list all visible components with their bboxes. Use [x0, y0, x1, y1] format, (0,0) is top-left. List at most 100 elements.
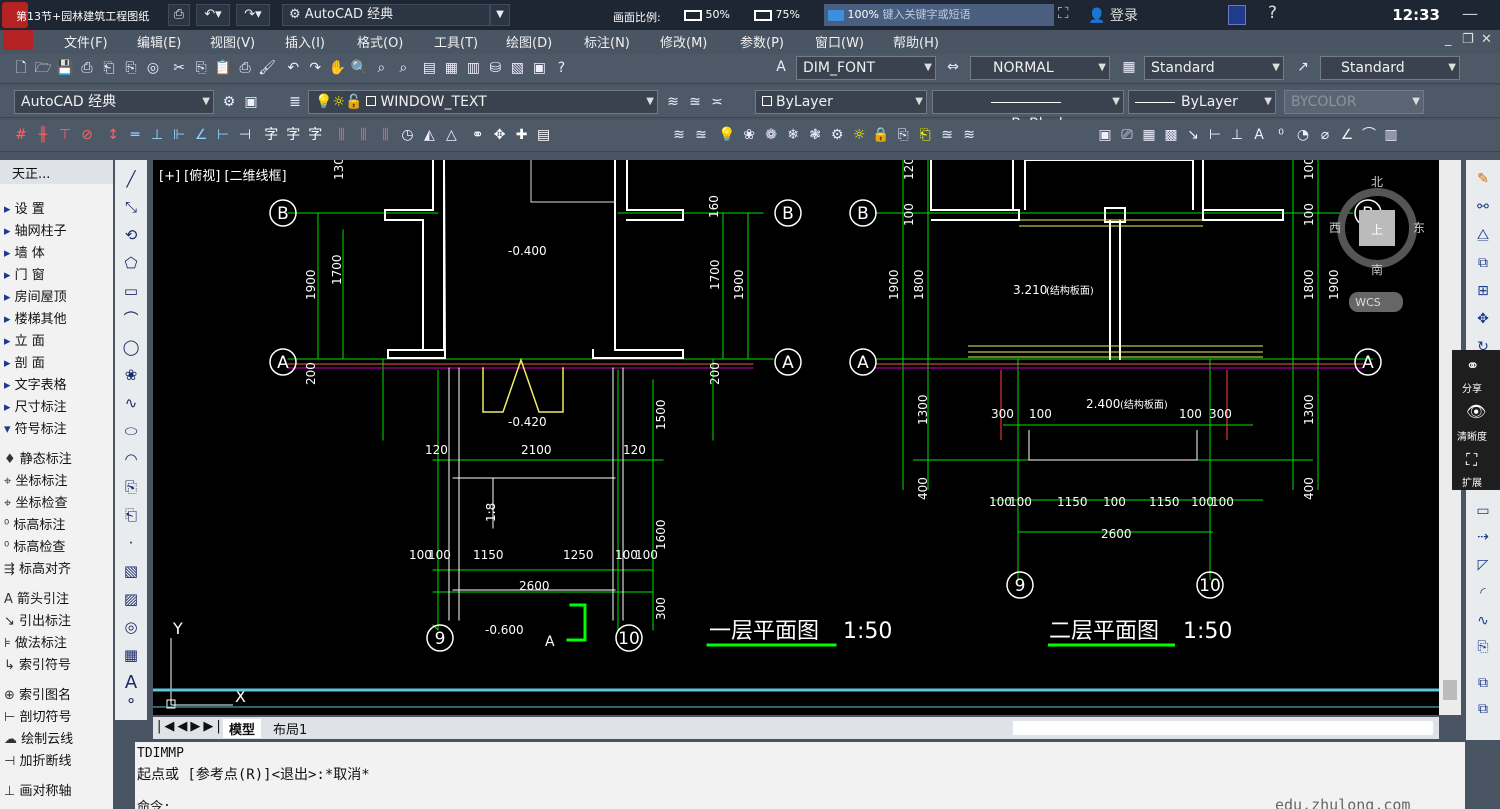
binoculars-icon[interactable]: ⛶: [1058, 4, 1069, 22]
mirror-icon[interactable]: ⧋: [1472, 224, 1494, 246]
panel-title[interactable]: 天正...: [12, 163, 50, 182]
panel-item[interactable]: ▸ 轴网柱子: [4, 220, 67, 239]
viewcube[interactable]: 北 南 东 西 上 WCS: [1329, 175, 1425, 312]
dim-aligned-icon[interactable]: ⊥: [1227, 125, 1247, 145]
offset-icon[interactable]: ⧉: [1472, 252, 1494, 274]
mtext-icon[interactable]: A: [1249, 125, 1269, 145]
more-icon[interactable]: ▥: [1381, 125, 1401, 145]
panel-item[interactable]: ▸ 墙 体: [4, 242, 45, 261]
array-icon[interactable]: ⫼: [353, 125, 374, 145]
revision-cloud-icon[interactable]: ❀: [120, 364, 142, 386]
hatch-icon[interactable]: ⫼: [331, 125, 352, 145]
stairs-icon[interactable]: ⊥: [147, 125, 168, 145]
panel-item[interactable]: ♦ 静态标注: [4, 448, 72, 467]
panel-item[interactable]: ↘ 引出标注: [4, 610, 71, 629]
paste-block-icon[interactable]: ⎙: [235, 58, 256, 78]
chevron-down-icon[interactable]: ▼: [490, 4, 510, 26]
fillet-icon[interactable]: ◜: [1472, 582, 1494, 604]
array-icon[interactable]: ⊞: [1472, 280, 1494, 302]
join-icon[interactable]: ⇢: [1472, 526, 1494, 548]
panel-item[interactable]: ⁰ 标高标注: [4, 514, 65, 533]
explode-icon[interactable]: ∿: [1472, 610, 1494, 632]
parallel-line-icon[interactable]: ═: [125, 125, 146, 145]
linetype-select[interactable]: ByBlock▼: [932, 90, 1124, 132]
dim-angular-icon[interactable]: ∠: [1337, 125, 1357, 145]
tab-model[interactable]: 模型: [223, 719, 262, 738]
layer-isolate-icon[interactable]: ❀: [739, 125, 760, 145]
panel-item[interactable]: ⊥ 画对称轴: [4, 780, 71, 799]
text-edit-icon[interactable]: 字: [261, 125, 282, 145]
panel-item[interactable]: ▾ 符号标注: [4, 418, 67, 437]
dim-style-select[interactable]: NORMAL ▼: [970, 56, 1110, 80]
polygon-icon[interactable]: ⬠: [120, 252, 142, 274]
baseline-icon[interactable]: ⊩: [169, 125, 190, 145]
undo-icon[interactable]: ↶▾: [196, 4, 230, 26]
section-icon[interactable]: ⊢: [213, 125, 234, 145]
menu-format[interactable]: 格式(O): [357, 32, 403, 51]
point-icon[interactable]: ·: [120, 532, 142, 554]
line-icon[interactable]: ╱: [120, 168, 142, 190]
layer-previous-icon[interactable]: ≊: [685, 92, 705, 112]
publish-icon[interactable]: ⎘: [121, 58, 141, 78]
redo-icon[interactable]: ↷▾: [236, 4, 270, 26]
layer-freeze-icon[interactable]: ❄: [783, 125, 804, 145]
menu-insert[interactable]: 插入(I): [285, 32, 325, 51]
dim-diameter-icon[interactable]: ⌀: [1315, 125, 1335, 145]
save-icon[interactable]: 💾: [55, 58, 75, 78]
panel-item[interactable]: ⊧ 做法标注: [4, 632, 67, 651]
table-icon[interactable]: ▦: [120, 644, 142, 666]
make-current-layer-icon[interactable]: ≋: [663, 92, 683, 112]
help-icon[interactable]: ?: [1268, 3, 1277, 23]
layer-lock-icon[interactable]: ⚙: [827, 125, 848, 145]
panel-item[interactable]: ▸ 设 置: [4, 198, 45, 217]
copy-icon[interactable]: ⎘: [191, 58, 212, 78]
rectangle-icon[interactable]: ▭: [120, 280, 142, 302]
break-icon[interactable]: ▭: [1472, 500, 1494, 522]
clip-icon[interactable]: ⎚: [1117, 125, 1137, 145]
drawing-canvas[interactable]: [+] [俯视] [二维线框] B B A A 9 10 -0.400 -0.4…: [153, 157, 1439, 715]
layer-manager-icon[interactable]: ≣: [285, 92, 305, 112]
add-selected-icon[interactable]: ⚬: [120, 690, 142, 712]
ellipse-icon[interactable]: ⬭: [120, 420, 142, 442]
window-minimize-button[interactable]: —: [1462, 4, 1478, 23]
layer-thaw-icon[interactable]: ❃: [805, 125, 826, 145]
print-preview-icon[interactable]: ⎗: [99, 58, 119, 78]
menu-parametric[interactable]: 参数(P): [740, 32, 784, 51]
layer-change-icon[interactable]: ≊: [937, 125, 958, 145]
edit-icon[interactable]: ⎘: [1472, 636, 1494, 658]
login-button[interactable]: 👤 登录: [1088, 5, 1138, 25]
undo-icon[interactable]: ↶: [283, 58, 304, 78]
grid-axis-icon[interactable]: #: [11, 125, 31, 145]
panel-item[interactable]: ↳ 索引符号: [4, 654, 71, 673]
dim-radius-icon[interactable]: ◔: [1293, 125, 1313, 145]
hatch-icon[interactable]: ▧: [120, 560, 142, 582]
layer-delete-icon[interactable]: ≋: [959, 125, 980, 145]
draworder-back-icon[interactable]: ⧉: [1472, 698, 1494, 720]
layer-walk-icon[interactable]: ≋: [669, 125, 689, 145]
plot-icon[interactable]: ⎙: [168, 4, 190, 26]
table-style-icon[interactable]: ▦: [1119, 57, 1139, 77]
expand-label[interactable]: 扩展: [1462, 474, 1482, 489]
menu-view[interactable]: 视图(V): [210, 32, 255, 51]
multileader-style-select[interactable]: Standard ▼: [1320, 56, 1460, 80]
3d-dwf-icon[interactable]: ◎: [143, 58, 163, 78]
menu-tools[interactable]: 工具(T): [434, 32, 478, 51]
layer-unlock-icon[interactable]: 🔒: [871, 125, 892, 145]
eye-icon[interactable]: 👁: [1466, 402, 1486, 421]
link-icon[interactable]: ⚭: [467, 125, 488, 145]
puzzle-icon[interactable]: ⛶: [1466, 450, 1477, 470]
panel-item[interactable]: ▸ 立 面: [4, 330, 45, 349]
command-prompt[interactable]: 命令:: [137, 796, 171, 809]
spline-icon[interactable]: ∿: [120, 392, 142, 414]
paste-icon[interactable]: 📋: [213, 58, 234, 78]
angle-icon[interactable]: ∠: [191, 125, 212, 145]
text-style-select[interactable]: DIM_FONT ▼: [796, 56, 936, 80]
insert-block-icon[interactable]: ⎘: [120, 476, 142, 498]
arc-icon[interactable]: ⌒: [120, 308, 142, 330]
new-file-icon[interactable]: 🗋: [11, 58, 31, 78]
calculator-icon[interactable]: ▣: [529, 58, 550, 78]
pan-icon[interactable]: ✋: [327, 58, 348, 78]
draworder-icon[interactable]: ⧉: [1472, 672, 1494, 694]
design-center-icon[interactable]: ▦: [441, 58, 462, 78]
toolbar-lock-icon[interactable]: ▣: [241, 92, 261, 112]
